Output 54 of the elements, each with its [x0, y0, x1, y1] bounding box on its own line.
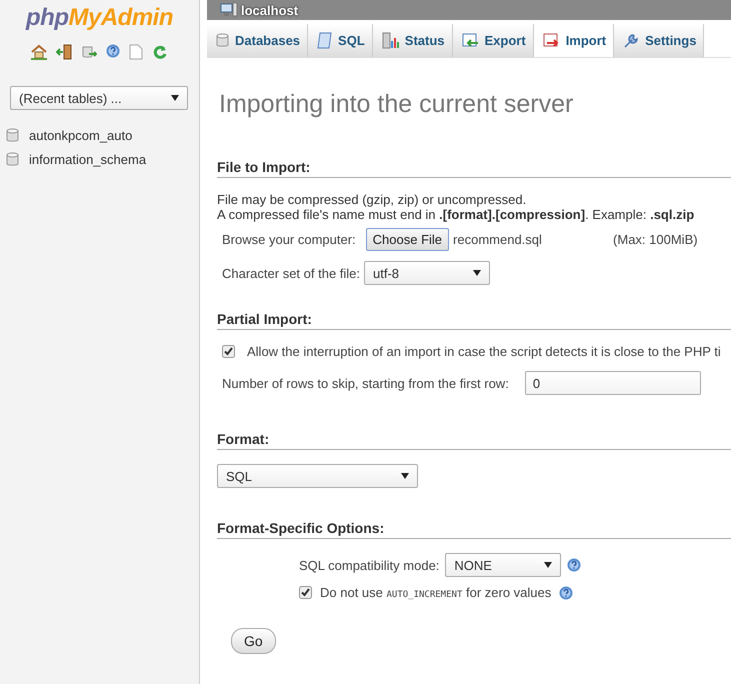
format-dropdown[interactable]: SQL — [217, 464, 418, 488]
caret-icon — [544, 562, 552, 568]
database-query-icon[interactable] — [81, 44, 97, 60]
help-icon[interactable] — [559, 586, 574, 600]
server-link[interactable]: localhost — [241, 2, 298, 18]
page-title: Importing into the current server — [219, 90, 574, 119]
note-text: File may be compressed (gzip, zip) or uncompressed. — [217, 192, 528, 207]
tab[interactable]: SQL — [308, 24, 373, 57]
tab[interactable]: Status — [372, 24, 453, 57]
server-icon — [220, 3, 238, 17]
section-heading: File to Import: — [217, 159, 731, 178]
checkbox[interactable] — [299, 586, 312, 599]
max-size-text: (Max: 100MiB) — [613, 232, 698, 247]
rows-to-skip-field[interactable]: 0 — [524, 371, 701, 395]
tab[interactable]: Databases — [207, 24, 308, 57]
database-icon — [6, 128, 19, 143]
checkbox-label: Do not use AUTO_INCREMENT for zero values — [320, 585, 552, 600]
field-label: SQL compatibility mode: — [299, 558, 440, 572]
database-icon — [6, 152, 19, 167]
tab[interactable]: Import — [534, 24, 614, 57]
server-chart-icon — [382, 32, 399, 49]
field-label: Number of rows to skip, starting from the first row: — [222, 376, 509, 390]
caret-icon — [473, 270, 482, 276]
field-label: Character set of the file: — [222, 266, 360, 280]
caret-icon — [401, 473, 409, 479]
tab[interactable]: Export — [452, 24, 534, 57]
section-heading: Format-Specific Options: — [217, 520, 731, 539]
database-link[interactable]: information_schema — [29, 152, 146, 167]
export-icon — [462, 33, 479, 48]
charset-dropdown[interactable]: utf-8 — [364, 261, 490, 285]
home-icon[interactable] — [31, 44, 47, 60]
import-icon — [542, 33, 560, 48]
recent-tables-dropdown[interactable]: (Recent tables) ... — [10, 86, 188, 110]
database-icon — [216, 33, 229, 48]
exit-door-icon[interactable] — [56, 44, 72, 60]
help-icon[interactable] — [567, 558, 582, 572]
scroll-icon — [317, 32, 332, 49]
database-link[interactable]: autonkpcom_auto — [29, 128, 132, 143]
checkbox[interactable] — [222, 345, 235, 358]
choose-file-button[interactable]: Choose File — [366, 228, 450, 251]
field-label: Browse your computer: — [222, 232, 356, 247]
reload-icon[interactable] — [152, 44, 168, 60]
help-icon[interactable] — [106, 44, 120, 58]
compatibility-dropdown[interactable]: NONE — [445, 553, 562, 577]
caret-icon — [171, 95, 179, 101]
section-heading: Format: — [217, 431, 731, 450]
tab[interactable]: Settings — [614, 24, 704, 57]
file-name: recommend.sql — [453, 232, 543, 247]
note-text: A compressed file's name must end in .[format].[compression]. Example: .sql.zip — [217, 207, 696, 222]
section-heading: Partial Import: — [217, 311, 731, 330]
logo[interactable]: phpMyAdmin — [0, 4, 199, 32]
go-button[interactable]: Go — [231, 628, 276, 654]
checkbox-label: Allow the interruption of an import in case the script detects it is close to the PHP ti — [247, 344, 721, 359]
wrench-icon — [623, 32, 640, 48]
